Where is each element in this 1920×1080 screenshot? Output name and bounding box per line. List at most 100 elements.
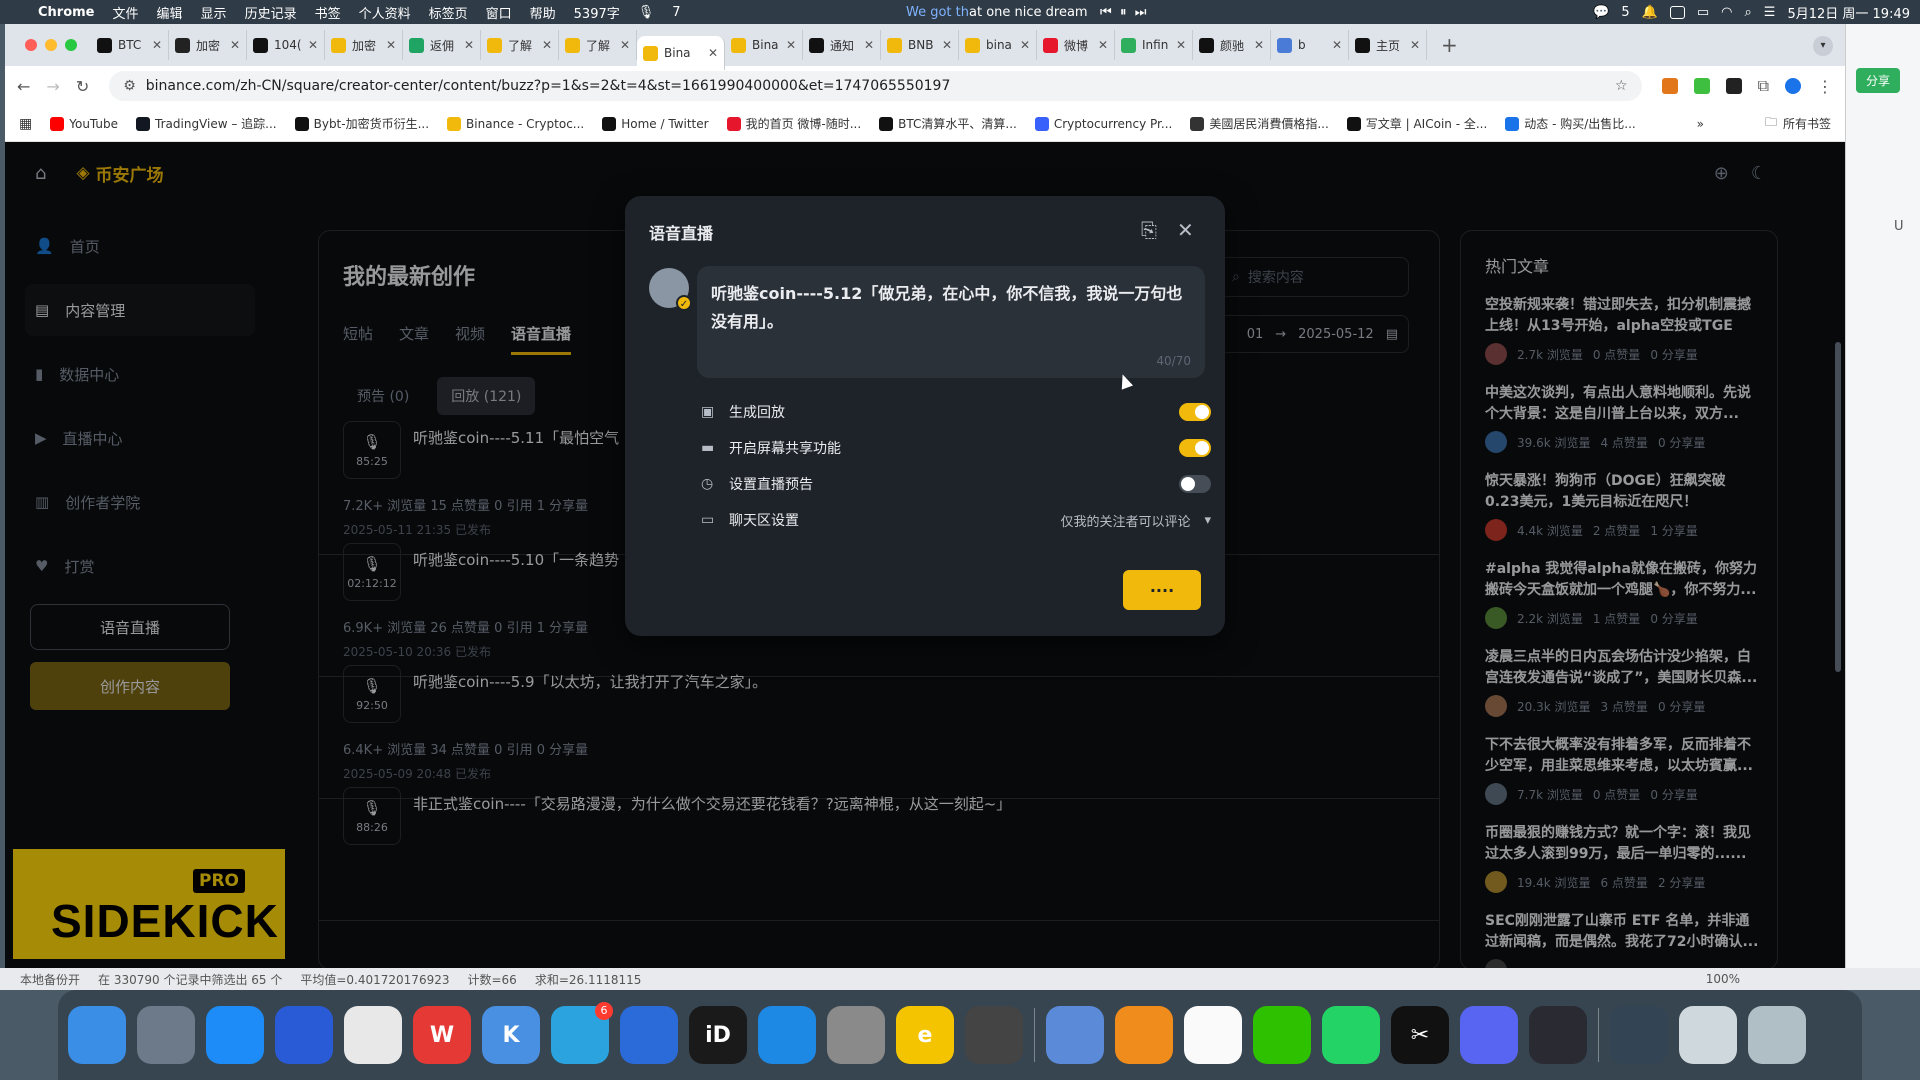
- screen-share-toggle[interactable]: [1179, 439, 1211, 457]
- app2-icon[interactable]: [620, 1006, 678, 1064]
- trash-icon[interactable]: [1748, 1006, 1806, 1064]
- wps-share-button[interactable]: 分享: [1856, 68, 1901, 93]
- capcut-icon[interactable]: ✂: [1391, 1006, 1449, 1064]
- minimize-window-button[interactable]: [45, 39, 57, 51]
- appstore-icon[interactable]: [758, 1006, 816, 1064]
- menu-file[interactable]: 文件: [113, 3, 139, 22]
- address-bar[interactable]: ⚙ binance.com/zh-CN/square/creator-cente…: [109, 71, 1642, 101]
- doc-icon[interactable]: [1679, 1006, 1737, 1064]
- wechat-icon[interactable]: [1253, 1006, 1311, 1064]
- forward-icon[interactable]: →: [46, 77, 59, 96]
- zoom-level[interactable]: 100%: [1706, 972, 1740, 986]
- app4-icon[interactable]: [1046, 1006, 1104, 1064]
- bookmark-item[interactable]: 美國居民消費價格指...: [1190, 115, 1329, 132]
- discord-icon[interactable]: [1460, 1006, 1518, 1064]
- url-text[interactable]: binance.com/zh-CN/square/creator-center/…: [146, 78, 951, 94]
- document-settings-icon[interactable]: ⎘: [1141, 218, 1157, 242]
- browser-tab[interactable]: BTC ✕: [91, 30, 169, 60]
- menu-bookmarks[interactable]: 书签: [315, 3, 341, 22]
- browser-tab[interactable]: 返佣 ✕: [403, 30, 481, 60]
- browser-tab[interactable]: bina ✕: [959, 30, 1037, 60]
- browser-tab[interactable]: BNB ✕: [881, 30, 959, 60]
- browser-tab[interactable]: Bina ✕: [637, 36, 725, 70]
- browser-tab[interactable]: 加密 ✕: [325, 30, 403, 60]
- obs-icon[interactable]: [1529, 1006, 1587, 1064]
- pause-icon[interactable]: ⏸: [1120, 5, 1127, 20]
- tab-close-icon[interactable]: ✕: [620, 38, 630, 52]
- calculator-icon[interactable]: [965, 1006, 1023, 1064]
- qq-icon[interactable]: [1184, 1006, 1242, 1064]
- reload-icon[interactable]: ↻: [76, 77, 89, 96]
- bookmark-item[interactable]: Cryptocurrency Pr...: [1034, 115, 1172, 132]
- settings-icon[interactable]: [827, 1006, 885, 1064]
- bookmark-item[interactable]: Home / Twitter: [602, 115, 709, 132]
- menu-edit[interactable]: 编辑: [157, 3, 183, 22]
- menu-help[interactable]: 帮助: [530, 3, 556, 22]
- tab-search-button[interactable]: ▾: [1813, 36, 1833, 56]
- bell-icon[interactable]: 🔔: [1642, 5, 1658, 20]
- menu-tabs[interactable]: 标签页: [429, 3, 468, 22]
- next-track-icon[interactable]: ⏭: [1135, 5, 1147, 20]
- menu-history[interactable]: 历史记录: [245, 3, 297, 22]
- browser-tab[interactable]: 主页 ✕: [1349, 30, 1427, 60]
- metamask-extension-icon[interactable]: [1661, 78, 1678, 94]
- bookmark-item[interactable]: 写文章 | AICoin - 全...: [1346, 115, 1487, 132]
- finder-icon[interactable]: [68, 1006, 126, 1064]
- all-bookmarks[interactable]: 🗀 所有书签: [1765, 113, 1831, 134]
- chat-permission-select[interactable]: 仅我的关注者可以评论 ▾: [1060, 511, 1211, 530]
- back-icon[interactable]: ←: [17, 77, 30, 96]
- now-playing[interactable]: We got th at one nice dream ⏮ ⏸ ⏭: [906, 0, 1146, 24]
- tab-close-icon[interactable]: ✕: [1020, 38, 1030, 52]
- browser-tab[interactable]: b ✕: [1271, 30, 1349, 60]
- app-icon[interactable]: [275, 1006, 333, 1064]
- id-icon[interactable]: iD: [689, 1006, 747, 1064]
- backup-status[interactable]: 本地备份开: [20, 971, 80, 988]
- app5-icon[interactable]: [1115, 1006, 1173, 1064]
- bookmark-item[interactable]: YouTube: [50, 115, 118, 132]
- tab-close-icon[interactable]: ✕: [1254, 38, 1264, 52]
- new-tab-button[interactable]: +: [1441, 33, 1458, 57]
- tab-close-icon[interactable]: ✕: [230, 38, 240, 52]
- tab-close-icon[interactable]: ✕: [542, 38, 552, 52]
- tab-close-icon[interactable]: ✕: [464, 38, 474, 52]
- bookmark-item[interactable]: Bybt-加密货币衍生...: [294, 115, 429, 132]
- tab-close-icon[interactable]: ✕: [708, 46, 718, 60]
- browser-tab[interactable]: 通知 ✕: [803, 30, 881, 60]
- extension-icon[interactable]: [1693, 78, 1710, 94]
- start-live-button[interactable]: ····: [1123, 570, 1201, 610]
- browser-tab[interactable]: 加密 ✕: [169, 30, 247, 60]
- browser-tab[interactable]: 了解 ✕: [481, 30, 559, 60]
- wifi-icon[interactable]: ◠: [1721, 5, 1732, 20]
- control-center-icon[interactable]: ☰: [1764, 5, 1776, 20]
- k-icon[interactable]: K: [482, 1006, 540, 1064]
- prev-track-icon[interactable]: ⏮: [1100, 5, 1112, 20]
- close-icon[interactable]: ✕: [1177, 218, 1194, 242]
- tab-close-icon[interactable]: ✕: [942, 38, 952, 52]
- browser-tab[interactable]: 微博 ✕: [1037, 30, 1115, 60]
- browser-tab[interactable]: Infin ✕: [1115, 30, 1193, 60]
- menu-view[interactable]: 显示: [201, 3, 227, 22]
- bookmark-star-icon[interactable]: ☆: [1615, 78, 1628, 94]
- close-window-button[interactable]: [25, 39, 37, 51]
- tab-close-icon[interactable]: ✕: [1176, 38, 1186, 52]
- browser-tab[interactable]: Bina ✕: [725, 30, 803, 60]
- profile-avatar[interactable]: [1785, 78, 1801, 94]
- tab-close-icon[interactable]: ✕: [1098, 38, 1108, 52]
- bookmark-item[interactable]: Binance - Cryptoc...: [447, 115, 584, 132]
- bookmark-item[interactable]: TradingView – 追踪...: [136, 115, 277, 132]
- wps-icon[interactable]: W: [413, 1006, 471, 1064]
- tab-close-icon[interactable]: ✕: [386, 38, 396, 52]
- tab-close-icon[interactable]: ✕: [308, 38, 318, 52]
- wechat-menubar-icon[interactable]: 💬: [1593, 5, 1609, 20]
- tab-close-icon[interactable]: ✕: [786, 38, 796, 52]
- tab-close-icon[interactable]: ✕: [152, 38, 162, 52]
- app3-icon[interactable]: e: [896, 1006, 954, 1064]
- bookmark-item[interactable]: BTC清算水平、清算...: [879, 115, 1017, 132]
- live-title-textarea[interactable]: 听驰鉴coin----5.12「做兄弟，在心中，你不信我，我说一万句也没有用」。…: [697, 266, 1205, 378]
- spotlight-icon[interactable]: ⌕: [1745, 5, 1752, 20]
- more-bookmarks-icon[interactable]: »: [1697, 117, 1704, 131]
- telegram-icon[interactable]: 6: [551, 1002, 613, 1064]
- extension-c-icon[interactable]: [1725, 78, 1742, 94]
- tab-close-icon[interactable]: ✕: [1332, 38, 1342, 52]
- tab-close-icon[interactable]: ✕: [864, 38, 874, 52]
